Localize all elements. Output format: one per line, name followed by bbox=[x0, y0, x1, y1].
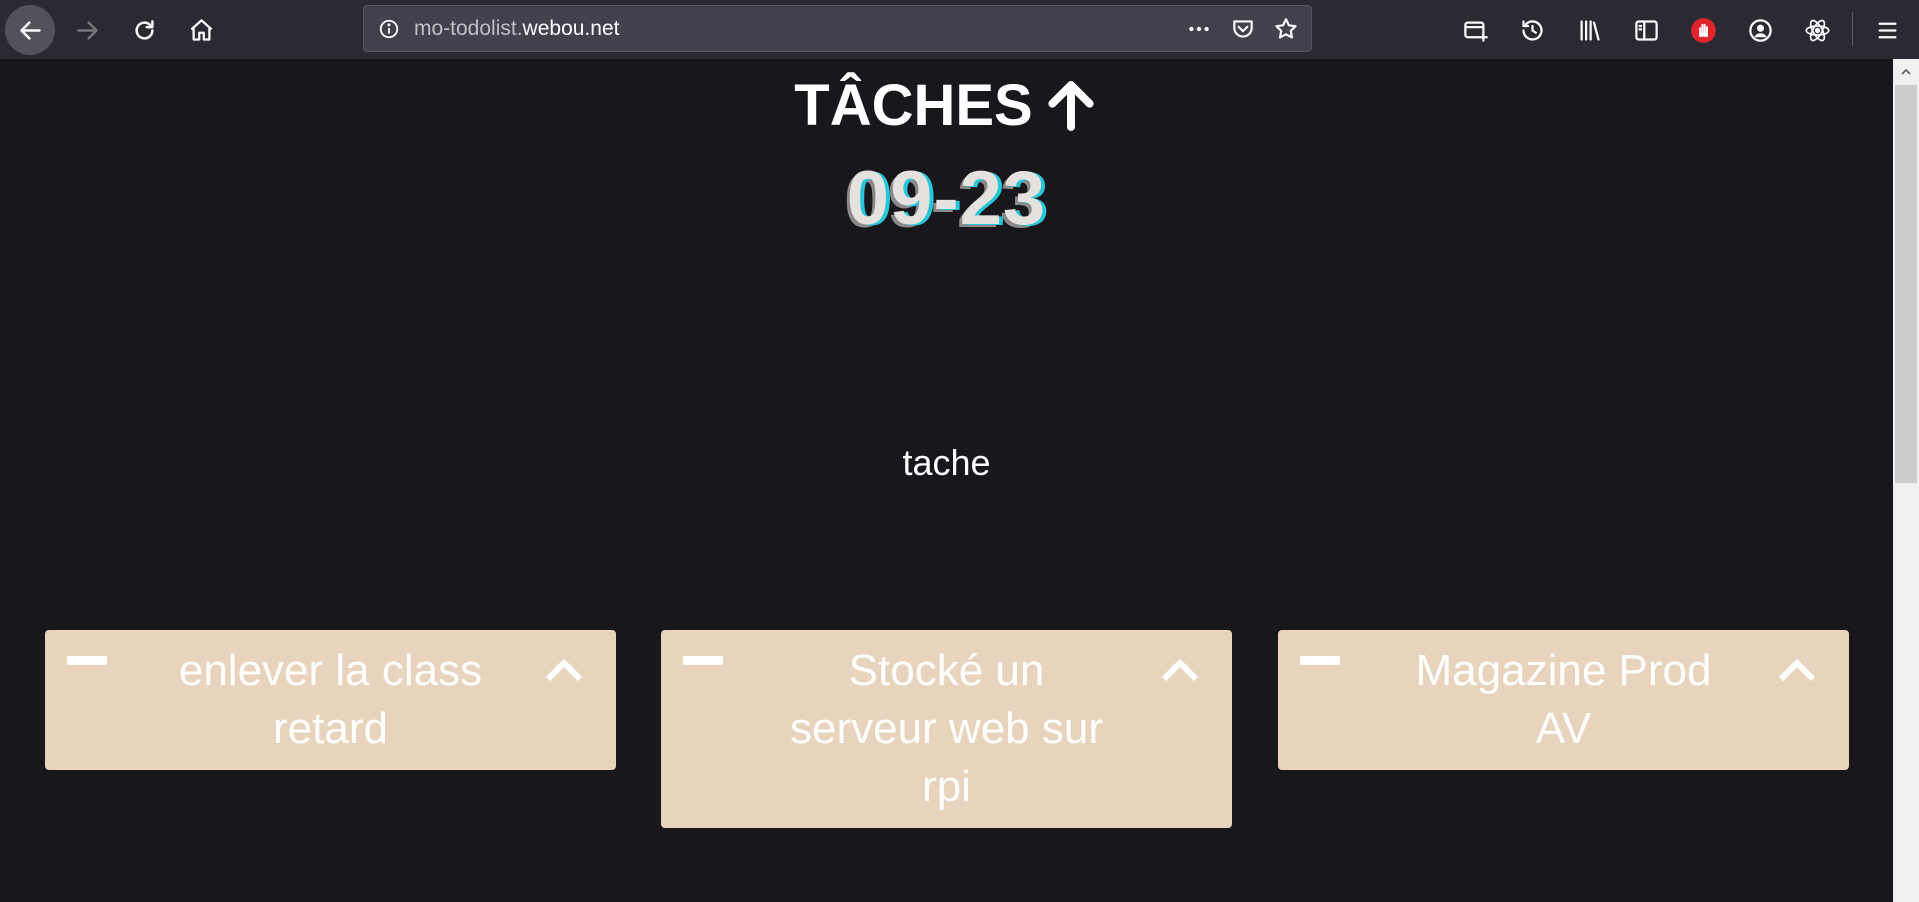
url-text: mo-todolist.webou.net bbox=[414, 17, 619, 41]
remove-task-button[interactable] bbox=[1300, 656, 1340, 665]
arrow-left-icon bbox=[19, 20, 41, 40]
chevron-up-icon bbox=[545, 658, 583, 682]
move-up-button[interactable] bbox=[542, 644, 586, 682]
browser-toolbar: mo-todolist.webou.net bbox=[0, 0, 1919, 59]
reload-icon bbox=[134, 19, 154, 40]
task-card: enlever la class retard bbox=[45, 630, 616, 770]
page-actions-button[interactable] bbox=[1184, 14, 1214, 44]
move-up-button[interactable] bbox=[1775, 644, 1819, 682]
container-tab-button[interactable] bbox=[1453, 8, 1497, 52]
arrow-up-icon[interactable] bbox=[1043, 78, 1099, 134]
remove-task-button[interactable] bbox=[67, 656, 107, 665]
scroll-thumb[interactable] bbox=[1895, 85, 1917, 483]
url-bar[interactable]: mo-todolist.webou.net bbox=[363, 5, 1312, 52]
back-button[interactable] bbox=[5, 5, 55, 55]
star-icon bbox=[1275, 18, 1297, 39]
chevron-up-icon bbox=[1161, 658, 1199, 682]
library-button[interactable] bbox=[1567, 8, 1611, 52]
account-icon bbox=[1748, 18, 1772, 42]
url-prefix: mo-todolist. bbox=[414, 17, 523, 40]
remove-task-button[interactable] bbox=[683, 656, 723, 665]
arrow-right-icon bbox=[76, 20, 98, 40]
stop-hand-icon bbox=[1690, 17, 1716, 43]
info-icon[interactable] bbox=[376, 16, 402, 42]
task-text: Stocké un serveur web sur rpi bbox=[789, 646, 1103, 811]
sidebar-icon bbox=[1634, 19, 1658, 41]
reload-button[interactable] bbox=[119, 5, 169, 55]
page-title-text: TÂCHES bbox=[794, 73, 1033, 138]
task-card: Stocké un serveur web sur rpi bbox=[661, 630, 1232, 828]
account-button[interactable] bbox=[1738, 8, 1782, 52]
url-domain: webou.net bbox=[522, 17, 620, 40]
move-up-button[interactable] bbox=[1158, 644, 1202, 682]
home-button[interactable] bbox=[176, 5, 226, 55]
history-button[interactable] bbox=[1510, 8, 1554, 52]
forward-button[interactable] bbox=[62, 5, 112, 55]
toolbar-separator bbox=[1852, 12, 1853, 46]
task-text: Magazine Prod AV bbox=[1415, 646, 1712, 753]
date-display: 09-23 bbox=[846, 156, 1047, 241]
react-devtools-button[interactable] bbox=[1795, 8, 1839, 52]
task-text: enlever la class retard bbox=[178, 646, 483, 753]
chevron-up-icon bbox=[1901, 68, 1911, 75]
page-scrollbar[interactable] bbox=[1893, 59, 1919, 902]
scroll-up-button[interactable] bbox=[1893, 59, 1919, 85]
section-label: tache bbox=[902, 442, 991, 483]
container-tab-icon bbox=[1463, 21, 1488, 42]
hamburger-menu-icon bbox=[1878, 22, 1896, 38]
menu-button[interactable] bbox=[1865, 8, 1909, 52]
library-icon bbox=[1580, 19, 1600, 41]
pocket-icon bbox=[1233, 20, 1253, 38]
chevron-up-icon bbox=[1778, 658, 1816, 682]
bookmark-button[interactable] bbox=[1271, 14, 1301, 44]
sidebar-button[interactable] bbox=[1624, 8, 1668, 52]
home-icon bbox=[190, 18, 212, 41]
pocket-button[interactable] bbox=[1228, 14, 1258, 44]
adblock-button[interactable] bbox=[1681, 8, 1725, 52]
react-icon bbox=[1804, 19, 1830, 41]
page-title: TÂCHES bbox=[0, 74, 1893, 138]
history-icon bbox=[1521, 19, 1543, 40]
more-horizontal-icon bbox=[1189, 26, 1209, 32]
task-card: Magazine Prod AV bbox=[1278, 630, 1849, 770]
page-content: TÂCHES 09-23 tache enlever la class reta… bbox=[0, 59, 1893, 902]
